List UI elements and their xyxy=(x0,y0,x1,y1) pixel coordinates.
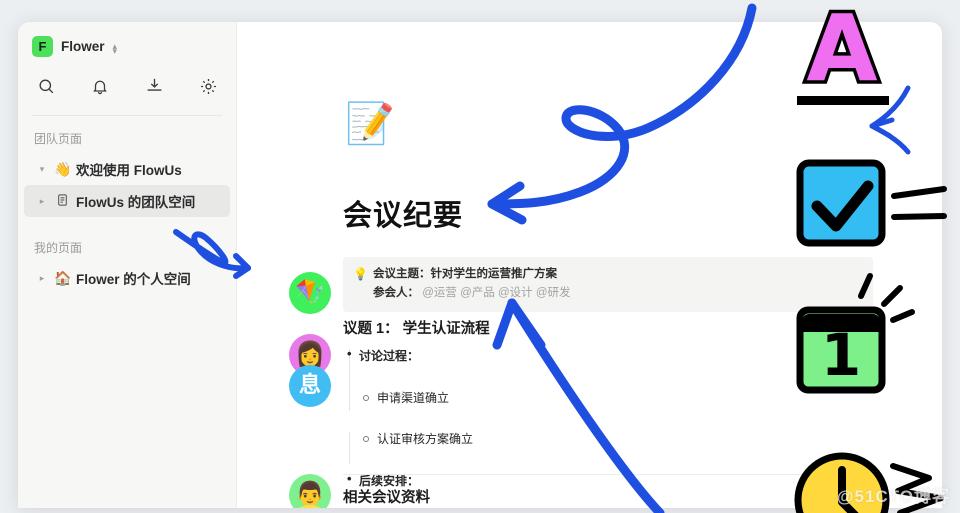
callout-attendees-label: 参会人： xyxy=(373,286,419,299)
callout-topic-label: 会议主题： xyxy=(373,268,431,280)
xi-character-avatar[interactable]: 息 xyxy=(289,365,331,407)
lightbulb-emoji: 💡 xyxy=(353,267,368,281)
search-icon[interactable] xyxy=(24,71,68,101)
memo-emoji[interactable]: 📝 xyxy=(345,104,395,144)
sidebar-section-label-mine: 我的页面 xyxy=(34,241,83,255)
section-divider xyxy=(343,474,863,475)
workspace-switcher[interactable]: F Flower ▴ ▾ xyxy=(18,22,236,67)
document-icon xyxy=(54,193,70,210)
sidebar-section-label-team: 团队页面 xyxy=(34,132,83,146)
callout-text: 会议主题：针对学生的运营推广方案 参会人： @运营 @产品 @设计 @研发 xyxy=(373,265,863,303)
man-avatar[interactable]: 👨 xyxy=(289,474,331,508)
gear-icon[interactable] xyxy=(186,71,230,101)
wave-emoji: 👋 xyxy=(54,160,72,177)
bell-icon[interactable] xyxy=(78,71,122,101)
sub-bullet-item[interactable]: 申请渠道确立 xyxy=(343,389,942,406)
kite-avatar[interactable]: 🪁 xyxy=(289,272,331,314)
mention-chip[interactable]: @设计 xyxy=(498,287,533,299)
sub-bullet-item[interactable]: 认证审核方案确立 xyxy=(343,430,942,447)
sidebar-item-label: FlowUs 的团队空间 xyxy=(76,195,196,210)
document-area: 📝 会议纪要 💡 会议主题：针对学生的运营推广方案 参会人： @运营 @产品 @… xyxy=(237,22,942,508)
sidebar-toolbar xyxy=(18,67,236,115)
chevron-updown-icon[interactable]: ▴ ▾ xyxy=(113,41,118,55)
watermark: @51CTO博客 xyxy=(836,487,950,506)
workspace-badge: F xyxy=(32,36,53,57)
mention-chip[interactable]: @运营 xyxy=(422,287,457,299)
app-window: F Flower ▴ ▾ 团队页面 ▾ 👋 欢迎使用 FlowUs ▸ Flow… xyxy=(18,22,942,508)
bullet-item[interactable]: 讨论过程： xyxy=(343,346,942,364)
sidebar-item-welcome[interactable]: ▾ 👋 欢迎使用 FlowUs xyxy=(24,153,230,185)
callout-block[interactable]: 💡 会议主题：针对学生的运营推广方案 参会人： @运营 @产品 @设计 @研发 xyxy=(343,257,873,312)
document-body: 📝 会议纪要 💡 会议主题：针对学生的运营推广方案 参会人： @运营 @产品 @… xyxy=(237,22,942,508)
mention-chip[interactable]: @研发 xyxy=(536,287,571,299)
heading-agenda-1[interactable]: 议题 1： 学生认证流程 xyxy=(343,317,490,338)
caret-right-icon[interactable]: ▸ xyxy=(36,273,48,284)
caret-right-icon[interactable]: ▸ xyxy=(36,196,48,207)
callout-topic-value: 针对学生的运营推广方案 xyxy=(430,268,558,280)
mention-chip[interactable]: @产品 xyxy=(460,287,495,299)
house-emoji: 🏠 xyxy=(54,269,72,286)
sidebar-item-label: Flower 的个人空间 xyxy=(76,272,191,287)
heading-related-materials[interactable]: 相关会议资料 xyxy=(343,486,430,507)
screenshot-root: F Flower ▴ ▾ 团队页面 ▾ 👋 欢迎使用 FlowUs ▸ Flow… xyxy=(0,0,960,513)
sidebar-item-label: 欢迎使用 FlowUs xyxy=(76,163,182,178)
avatar-rail: 🪁 👩 息 👨 👽 xyxy=(289,22,335,508)
sidebar: F Flower ▴ ▾ 团队页面 ▾ 👋 欢迎使用 FlowUs ▸ Flow… xyxy=(18,22,237,508)
sidebar-item-personal-space[interactable]: ▸ 🏠 Flower 的个人空间 xyxy=(24,262,230,294)
import-icon[interactable] xyxy=(132,71,176,101)
sidebar-item-team-space[interactable]: ▸ FlowUs 的团队空间 xyxy=(24,185,230,217)
page-title[interactable]: 会议纪要 xyxy=(343,192,463,234)
caret-down-icon[interactable]: ▾ xyxy=(36,164,48,175)
workspace-name: Flower xyxy=(61,39,105,54)
